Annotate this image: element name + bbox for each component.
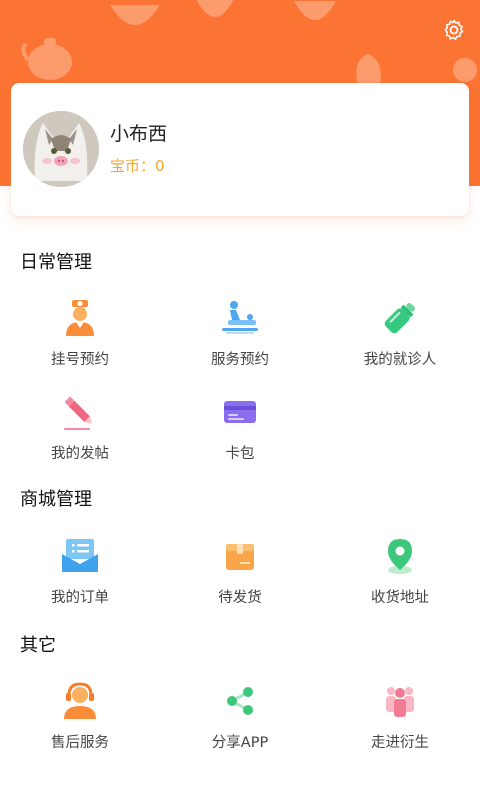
section-title-mall: 商城管理 [20, 489, 92, 510]
grid-item-after-sales[interactable]: 售后服务 [0, 679, 160, 759]
bowl-decoration-icon [110, 5, 160, 25]
cat-avatar-icon [23, 111, 99, 187]
grid-item-my-posts[interactable]: 我的发帖 [0, 390, 160, 470]
grid-item-label: 挂号预约 [51, 352, 109, 368]
team-icon [378, 679, 422, 723]
grid-item-about[interactable]: 走进衍生 [320, 679, 480, 759]
baby-bottle-icon [378, 296, 422, 340]
grid-item-orders[interactable]: 我的订单 [0, 534, 160, 614]
settings-button[interactable] [440, 16, 468, 44]
username: 小布西 [110, 123, 168, 145]
grid-item-address[interactable]: 收货地址 [320, 534, 480, 614]
section-title-daily: 日常管理 [20, 252, 92, 273]
cup-decoration-icon [196, 0, 234, 17]
order-icon [58, 534, 102, 578]
grid-item-share-app[interactable]: 分享APP [160, 679, 320, 759]
grid-item-label: 分享APP [211, 735, 269, 751]
card-icon [218, 390, 262, 434]
grid-item-label: 走进衍生 [371, 735, 429, 751]
grid-item-label: 我的订单 [51, 590, 109, 606]
grid-item-card-wallet[interactable]: 卡包 [160, 390, 320, 470]
grid-item-pending-shipment[interactable]: 待发货 [160, 534, 320, 614]
profile-card[interactable]: 小布西 宝币：0 [11, 83, 469, 216]
grid-item-appointment[interactable]: 挂号预约 [0, 296, 160, 376]
grid-item-label: 服务预约 [211, 352, 269, 368]
avatar[interactable] [23, 111, 99, 187]
grid-item-label: 收货地址 [371, 590, 429, 606]
box-icon [218, 534, 262, 578]
gear-icon [444, 19, 464, 40]
section-title-other: 其它 [20, 635, 56, 656]
grid-item-label: 售后服务 [51, 735, 109, 751]
grid-item-label: 我的发帖 [51, 446, 109, 462]
grid-item-label: 卡包 [225, 446, 255, 462]
grid-item-patients[interactable]: 我的就诊人 [320, 296, 480, 376]
pencil-icon [58, 390, 102, 434]
bowl2-decoration-icon [294, 1, 336, 20]
share-icon [218, 679, 262, 723]
nurse-icon [58, 296, 102, 340]
circle-decoration-icon [453, 58, 477, 82]
teapot-decoration-icon [21, 38, 72, 80]
location-icon [378, 534, 422, 578]
grid-item-label: 我的就诊人 [363, 352, 437, 368]
grid-item-service-booking[interactable]: 服务预约 [160, 296, 320, 376]
headset-icon [58, 679, 102, 723]
coin-balance: 宝币：0 [110, 157, 165, 175]
massage-icon [218, 296, 262, 340]
grid-item-label: 待发货 [218, 590, 262, 606]
